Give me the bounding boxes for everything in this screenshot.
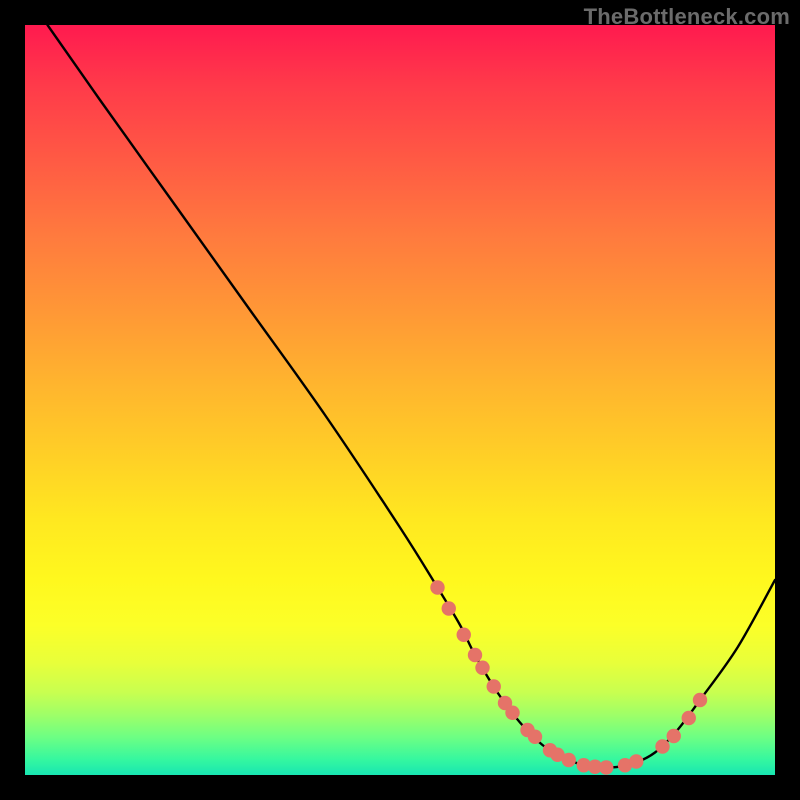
bottleneck-curve [48, 25, 776, 768]
curve-marker [457, 628, 471, 642]
curve-marker [468, 648, 482, 662]
curve-marker [629, 754, 643, 768]
curve-marker [505, 706, 519, 720]
curve-marker [599, 760, 613, 774]
curve-marker [487, 679, 501, 693]
curve-marker [655, 739, 669, 753]
chart-overlay [25, 25, 775, 775]
chart-frame [25, 25, 775, 775]
curve-markers [430, 580, 707, 774]
curve-marker [475, 661, 489, 675]
curve-marker [430, 580, 444, 594]
curve-marker [562, 753, 576, 767]
curve-marker [442, 601, 456, 615]
curve-marker [682, 711, 696, 725]
curve-marker [693, 693, 707, 707]
curve-marker [528, 730, 542, 744]
curve-marker [667, 729, 681, 743]
watermark-text: TheBottleneck.com [584, 4, 790, 30]
